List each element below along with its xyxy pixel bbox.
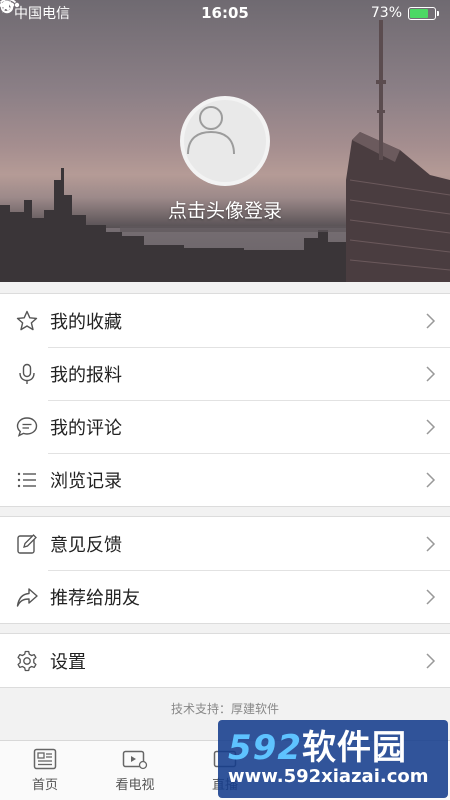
comment-icon (16, 416, 38, 438)
menu-item-tips[interactable]: 我的报料 (0, 347, 450, 400)
menu-item-share[interactable]: 推荐给朋友 (0, 570, 450, 623)
edit-icon (16, 533, 38, 555)
chevron-right-icon (426, 365, 436, 382)
menu-item-label: 我的报料 (50, 364, 122, 386)
chevron-right-icon (426, 588, 436, 605)
menu-item-favorites[interactable]: 我的收藏 (0, 294, 450, 347)
chevron-right-icon (426, 471, 436, 488)
gear-icon (16, 650, 38, 672)
watermark-number: 592 (228, 728, 302, 768)
tv-icon (122, 750, 148, 770)
share-icon (16, 586, 38, 608)
menu-group-feedback: 意见反馈 推荐给朋友 (0, 516, 450, 624)
tab-home[interactable]: 首页 (0, 741, 90, 800)
menu-item-label: 我的评论 (50, 417, 122, 439)
tab-label: 看电视 (115, 778, 155, 793)
tech-support-text: 技术支持：厚建软件 (170, 702, 279, 716)
menu-item-comments[interactable]: 我的评论 (0, 400, 450, 453)
menu-item-settings[interactable]: 设置 (0, 634, 450, 687)
carrier-name: 中国电信 (14, 6, 70, 22)
star-icon (16, 310, 38, 332)
tab-tv[interactable]: 看电视 (90, 741, 180, 800)
menu-group-settings: 设置 (0, 633, 450, 688)
watermark-logo: 592软件园 www.592xiazai.com (218, 720, 448, 798)
battery-percent: 73% (370, 5, 402, 21)
chevron-right-icon (426, 652, 436, 669)
login-prompt[interactable]: 点击头像登录 (0, 196, 450, 223)
watermark-url: www.592xiazai.com (228, 766, 429, 787)
microphone-icon (16, 363, 38, 385)
menu-item-label: 我的收藏 (50, 311, 122, 333)
menu-item-label: 推荐给朋友 (50, 587, 140, 609)
user-icon (187, 106, 235, 155)
chevron-right-icon (426, 418, 436, 435)
avatar-button[interactable] (180, 96, 270, 186)
chevron-right-icon (426, 312, 436, 329)
profile-header: 中国电信 16:05 73% 点击头像登录 (0, 0, 450, 282)
news-icon (33, 748, 57, 770)
menu-item-history[interactable]: 浏览记录 (0, 453, 450, 506)
list-icon (16, 469, 38, 491)
menu-item-label: 意见反馈 (50, 534, 122, 556)
menu-item-label: 浏览记录 (50, 470, 122, 492)
watermark-brand: 软件园 (301, 728, 407, 768)
battery-icon (408, 6, 439, 20)
status-bar: 中国电信 16:05 73% (0, 0, 450, 26)
menu-item-feedback[interactable]: 意见反馈 (0, 517, 450, 570)
menu-item-label: 设置 (50, 651, 86, 673)
menu-group-personal: 我的收藏 我的报料 我的评论 浏览记录 (0, 293, 450, 507)
chevron-right-icon (426, 535, 436, 552)
tab-label: 首页 (31, 778, 58, 793)
